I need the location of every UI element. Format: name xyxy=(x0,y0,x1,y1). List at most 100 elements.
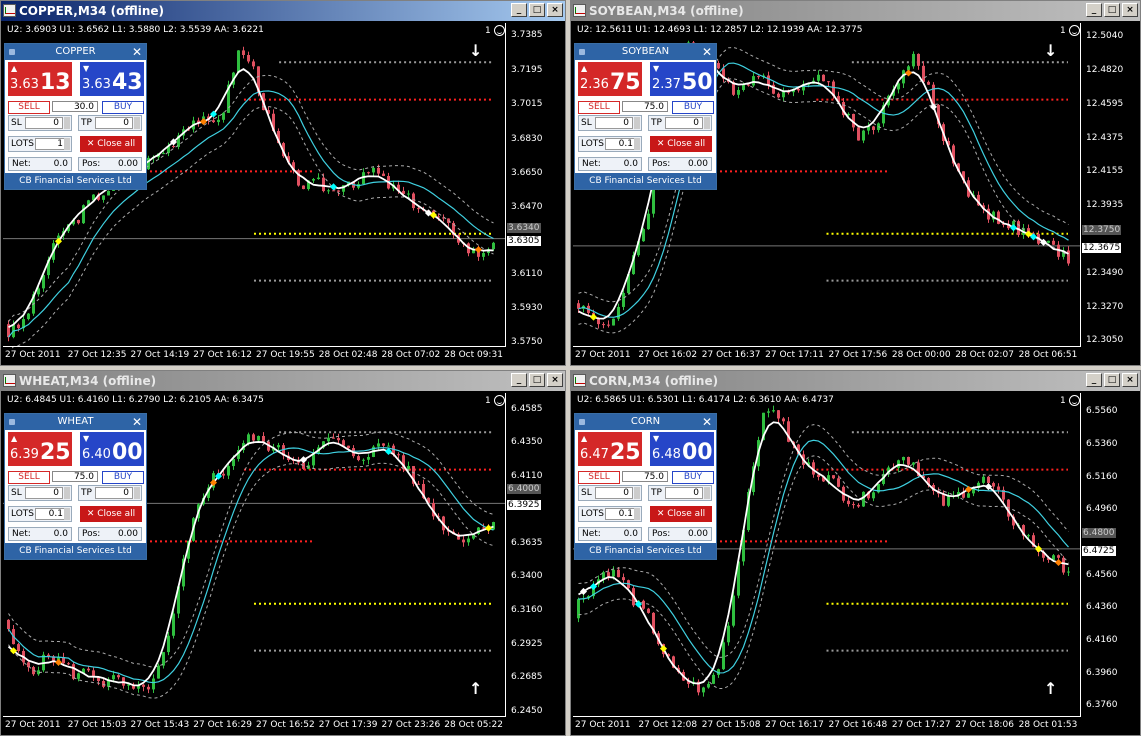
take-profit-spinner[interactable] xyxy=(134,117,140,129)
stop-loss-input[interactable]: 0 xyxy=(595,117,633,129)
trade-panel-header[interactable]: COPPER ✕ xyxy=(5,44,146,60)
lots-field[interactable]: LOTS 1 xyxy=(8,136,72,152)
candle-body xyxy=(997,486,1000,490)
stop-loss-input[interactable]: 0 xyxy=(595,487,633,499)
minimize-button[interactable]: _ xyxy=(511,373,527,387)
close-button[interactable]: × xyxy=(1122,373,1138,387)
panel-close-icon[interactable]: ✕ xyxy=(702,44,712,60)
chart-window-copper[interactable]: COPPER,M34 (offline) _ □ × U2: 3.6903 U1… xyxy=(0,0,566,366)
maximize-button[interactable]: □ xyxy=(1104,3,1120,17)
window-titlebar[interactable]: CORN,M34 (offline) _ □ × xyxy=(571,371,1140,391)
buy-price-prefix: 2.37 xyxy=(652,77,681,92)
lots-input[interactable]: 0.1 xyxy=(35,508,67,520)
maximize-button[interactable]: □ xyxy=(529,373,545,387)
close-all-button[interactable]: ✕ Close all xyxy=(650,506,712,522)
lots-input[interactable]: 1 xyxy=(35,138,67,150)
sell-quote[interactable]: ▲ 6.39 25 xyxy=(8,432,72,466)
stop-loss-input[interactable]: 0 xyxy=(25,487,63,499)
chart-area[interactable]: U2: 12.5611 U1: 12.4693 L1: 12.2857 L2: … xyxy=(573,23,1138,363)
buy-quote[interactable]: ▼ 3.63 43 xyxy=(80,62,144,96)
sell-quote[interactable]: ▲ 3.63 13 xyxy=(8,62,72,96)
time-axis-label: 27 Oct 15:03 xyxy=(67,720,127,730)
maximize-button[interactable]: □ xyxy=(1104,373,1120,387)
lots-field[interactable]: LOTS 0.1 xyxy=(578,136,642,152)
chart-area[interactable]: U2: 6.4845 U1: 6.4160 L1: 6.2790 L2: 6.2… xyxy=(3,393,563,733)
take-profit-field[interactable]: TP 0 xyxy=(648,115,712,131)
stop-loss-field[interactable]: SL 0 xyxy=(578,485,642,501)
minimize-button[interactable]: _ xyxy=(1086,3,1102,17)
sell-button[interactable]: SELL xyxy=(578,101,620,114)
close-button[interactable]: × xyxy=(1122,3,1138,17)
sell-quote[interactable]: ▲ 6.47 25 xyxy=(578,432,642,466)
chart-window-wheat[interactable]: WHEAT,M34 (offline) _ □ × U2: 6.4845 U1:… xyxy=(0,370,566,736)
trade-panel-header[interactable]: CORN ✕ xyxy=(575,414,716,430)
sell-button[interactable]: SELL xyxy=(578,471,620,484)
buy-button[interactable]: BUY xyxy=(102,471,144,484)
minimize-button[interactable]: _ xyxy=(1086,373,1102,387)
close-all-button[interactable]: ✕ Close all xyxy=(80,136,142,152)
take-profit-field[interactable]: TP 0 xyxy=(648,485,712,501)
lots-spinner[interactable] xyxy=(64,508,70,520)
window-titlebar[interactable]: SOYBEAN,M34 (offline) _ □ × xyxy=(571,1,1140,21)
take-profit-input[interactable]: 0 xyxy=(95,487,133,499)
lots-input[interactable]: 0.1 xyxy=(605,508,637,520)
buy-quote[interactable]: ▼ 6.48 00 xyxy=(650,432,714,466)
buy-quote[interactable]: ▼ 6.40 00 xyxy=(80,432,144,466)
price-axis-label: 6.4350 xyxy=(511,437,543,448)
chart-area[interactable]: U2: 3.6903 U1: 3.6562 L1: 3.5880 L2: 3.5… xyxy=(3,23,563,363)
lots-field[interactable]: LOTS 0.1 xyxy=(578,506,642,522)
chart-window-soybean[interactable]: SOYBEAN,M34 (offline) _ □ × U2: 12.5611 … xyxy=(570,0,1141,366)
stop-loss-field[interactable]: SL 0 xyxy=(8,485,72,501)
lots-spinner[interactable] xyxy=(634,508,640,520)
take-profit-input[interactable]: 0 xyxy=(95,117,133,129)
close-all-button[interactable]: ✕ Close all xyxy=(650,136,712,152)
sell-button[interactable]: SELL xyxy=(8,101,50,114)
take-profit-spinner[interactable] xyxy=(134,487,140,499)
take-profit-input[interactable]: 0 xyxy=(665,117,703,129)
stop-loss-field[interactable]: SL 0 xyxy=(8,115,72,131)
close-button[interactable]: × xyxy=(547,3,563,17)
take-profit-spinner[interactable] xyxy=(704,487,710,499)
panel-close-icon[interactable]: ✕ xyxy=(702,414,712,430)
chart-window-corn[interactable]: CORN,M34 (offline) _ □ × U2: 6.5865 U1: … xyxy=(570,370,1141,736)
trade-panel-header[interactable]: WHEAT ✕ xyxy=(5,414,146,430)
volume-input[interactable]: 75.0 xyxy=(622,101,668,112)
minimize-button[interactable]: _ xyxy=(511,3,527,17)
take-profit-spinner[interactable] xyxy=(704,117,710,129)
stop-loss-field[interactable]: SL 0 xyxy=(578,115,642,131)
panel-menu-icon[interactable] xyxy=(579,49,585,55)
maximize-button[interactable]: □ xyxy=(529,3,545,17)
buy-button[interactable]: BUY xyxy=(672,101,714,114)
buy-button[interactable]: BUY xyxy=(102,101,144,114)
buy-quote[interactable]: ▼ 2.37 50 xyxy=(650,62,714,96)
take-profit-input[interactable]: 0 xyxy=(665,487,703,499)
panel-close-icon[interactable]: ✕ xyxy=(132,44,142,60)
trade-panel-header[interactable]: SOYBEAN ✕ xyxy=(575,44,716,60)
sell-button[interactable]: SELL xyxy=(8,471,50,484)
volume-input[interactable]: 75.0 xyxy=(52,471,98,482)
lots-spinner[interactable] xyxy=(634,138,640,150)
stop-loss-spinner[interactable] xyxy=(634,487,640,499)
lots-input[interactable]: 0.1 xyxy=(605,138,637,150)
close-all-button[interactable]: ✕ Close all xyxy=(80,506,142,522)
chart-area[interactable]: U2: 6.5865 U1: 6.5301 L1: 6.4174 L2: 6.3… xyxy=(573,393,1138,733)
panel-menu-icon[interactable] xyxy=(9,49,15,55)
lots-field[interactable]: LOTS 0.1 xyxy=(8,506,72,522)
stop-loss-input[interactable]: 0 xyxy=(25,117,63,129)
take-profit-field[interactable]: TP 0 xyxy=(78,485,142,501)
volume-input[interactable]: 75.0 xyxy=(622,471,668,482)
sell-quote[interactable]: ▲ 2.36 75 xyxy=(578,62,642,96)
take-profit-field[interactable]: TP 0 xyxy=(78,115,142,131)
close-button[interactable]: × xyxy=(547,373,563,387)
window-titlebar[interactable]: COPPER,M34 (offline) _ □ × xyxy=(1,1,565,21)
volume-input[interactable]: 30.0 xyxy=(52,101,98,112)
panel-menu-icon[interactable] xyxy=(9,419,15,425)
stop-loss-spinner[interactable] xyxy=(64,487,70,499)
lots-spinner[interactable] xyxy=(64,138,70,150)
panel-menu-icon[interactable] xyxy=(579,419,585,425)
window-titlebar[interactable]: WHEAT,M34 (offline) _ □ × xyxy=(1,371,565,391)
panel-close-icon[interactable]: ✕ xyxy=(132,414,142,430)
stop-loss-spinner[interactable] xyxy=(64,117,70,129)
stop-loss-spinner[interactable] xyxy=(634,117,640,129)
buy-button[interactable]: BUY xyxy=(672,471,714,484)
